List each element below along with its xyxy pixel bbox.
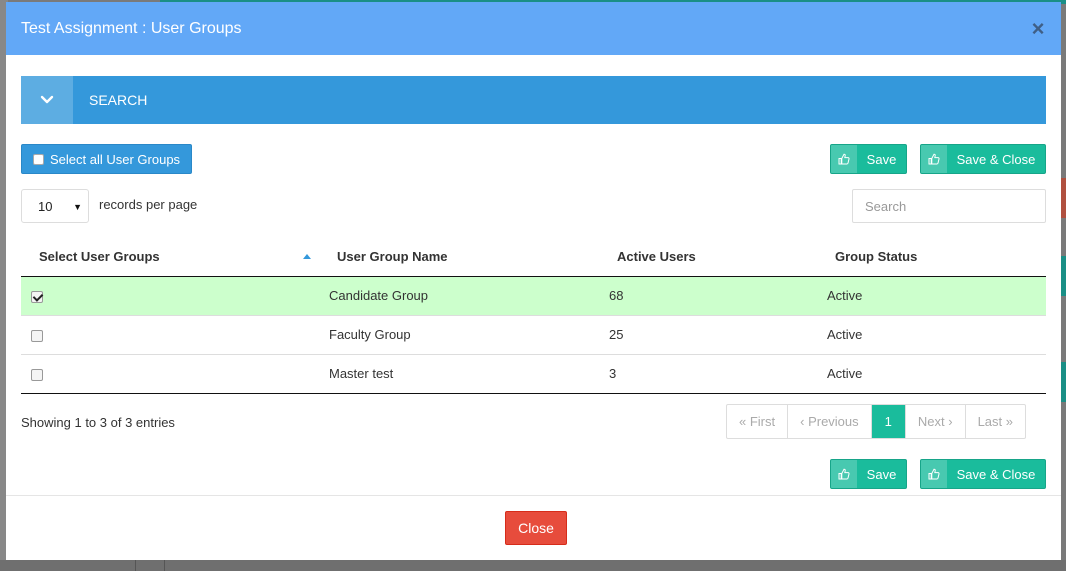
- table-row[interactable]: Master test 3 Active: [21, 354, 1046, 394]
- search-input[interactable]: Search: [852, 189, 1046, 223]
- group-name-cell: Master test: [319, 354, 599, 394]
- row-checkbox[interactable]: [31, 330, 43, 342]
- column-header-name[interactable]: User Group Name: [319, 238, 599, 277]
- records-per-page-label: records per page: [99, 197, 198, 212]
- modal-title: Test Assignment : User Groups: [21, 19, 242, 37]
- user-groups-modal: Test Assignment : User Groups × SEARCH S…: [6, 2, 1061, 560]
- table-info: Showing 1 to 3 of 3 entries: [21, 415, 175, 430]
- thumbs-up-icon: [921, 145, 947, 173]
- records-per-page-value: 10: [38, 198, 53, 214]
- group-name-cell: Candidate Group: [319, 276, 599, 316]
- save-and-close-label: Save & Close: [956, 151, 1036, 167]
- save-button-bottom[interactable]: Save: [830, 459, 907, 489]
- modal-footer-divider: [6, 495, 1061, 496]
- select-all-label: Select all User Groups: [50, 151, 181, 167]
- save-label: Save: [866, 466, 897, 482]
- records-per-page-select[interactable]: 10 ▼: [21, 189, 89, 223]
- search-panel[interactable]: SEARCH: [21, 76, 1046, 124]
- pagination-next[interactable]: Next ›: [906, 405, 966, 438]
- table-row[interactable]: Faculty Group 25 Active: [21, 315, 1046, 355]
- column-header-status[interactable]: Group Status: [817, 238, 1046, 277]
- thumbs-up-icon: [831, 460, 857, 488]
- modal-header: Test Assignment : User Groups ×: [6, 2, 1061, 55]
- group-name-cell: Faculty Group: [319, 315, 599, 355]
- active-users-cell: 68: [599, 276, 817, 316]
- close-icon[interactable]: ×: [1029, 18, 1047, 40]
- row-select-cell: [21, 354, 319, 394]
- save-and-close-label: Save & Close: [956, 466, 1036, 482]
- column-header-active-users[interactable]: Active Users: [599, 238, 817, 277]
- pagination: « First ‹ Previous 1 Next › Last »: [726, 404, 1026, 439]
- pagination-previous[interactable]: ‹ Previous: [788, 405, 872, 438]
- select-all-checkbox[interactable]: [33, 153, 44, 165]
- sort-ascending-icon: [303, 254, 311, 259]
- save-button[interactable]: Save: [830, 144, 907, 174]
- row-checkbox[interactable]: [31, 369, 43, 381]
- background-teal-block: [1061, 256, 1066, 296]
- user-groups-table: Select User Groups User Group Name Activ…: [21, 238, 1046, 394]
- background-red-block: [1061, 178, 1066, 218]
- pagination-first[interactable]: « First: [727, 405, 789, 438]
- pagination-page-1[interactable]: 1: [871, 405, 906, 438]
- active-users-cell: 25: [599, 315, 817, 355]
- row-select-cell: [21, 315, 319, 355]
- chevron-down-icon[interactable]: [21, 76, 73, 124]
- status-cell: Active: [817, 315, 1046, 355]
- pagination-last[interactable]: Last »: [966, 405, 1025, 438]
- select-all-user-groups-button[interactable]: Select all User Groups: [21, 144, 192, 174]
- background-teal-block: [1061, 362, 1066, 402]
- row-checkbox[interactable]: [31, 291, 43, 303]
- caret-down-icon: ▼: [73, 202, 82, 212]
- save-label: Save: [866, 151, 897, 167]
- close-button[interactable]: Close: [505, 511, 567, 545]
- active-users-cell: 3: [599, 354, 817, 394]
- table-header-row: Select User Groups User Group Name Activ…: [21, 238, 1046, 277]
- table-row[interactable]: Candidate Group 68 Active: [21, 276, 1046, 316]
- search-placeholder: Search: [865, 198, 907, 214]
- status-cell: Active: [817, 354, 1046, 394]
- background-divider: [135, 560, 165, 571]
- thumbs-up-icon: [921, 460, 947, 488]
- status-cell: Active: [817, 276, 1046, 316]
- column-header-select[interactable]: Select User Groups: [21, 238, 319, 277]
- thumbs-up-icon: [831, 145, 857, 173]
- row-select-cell: [21, 276, 319, 316]
- save-and-close-button[interactable]: Save & Close: [920, 144, 1046, 174]
- search-panel-label: SEARCH: [89, 92, 148, 108]
- save-and-close-button-bottom[interactable]: Save & Close: [920, 459, 1046, 489]
